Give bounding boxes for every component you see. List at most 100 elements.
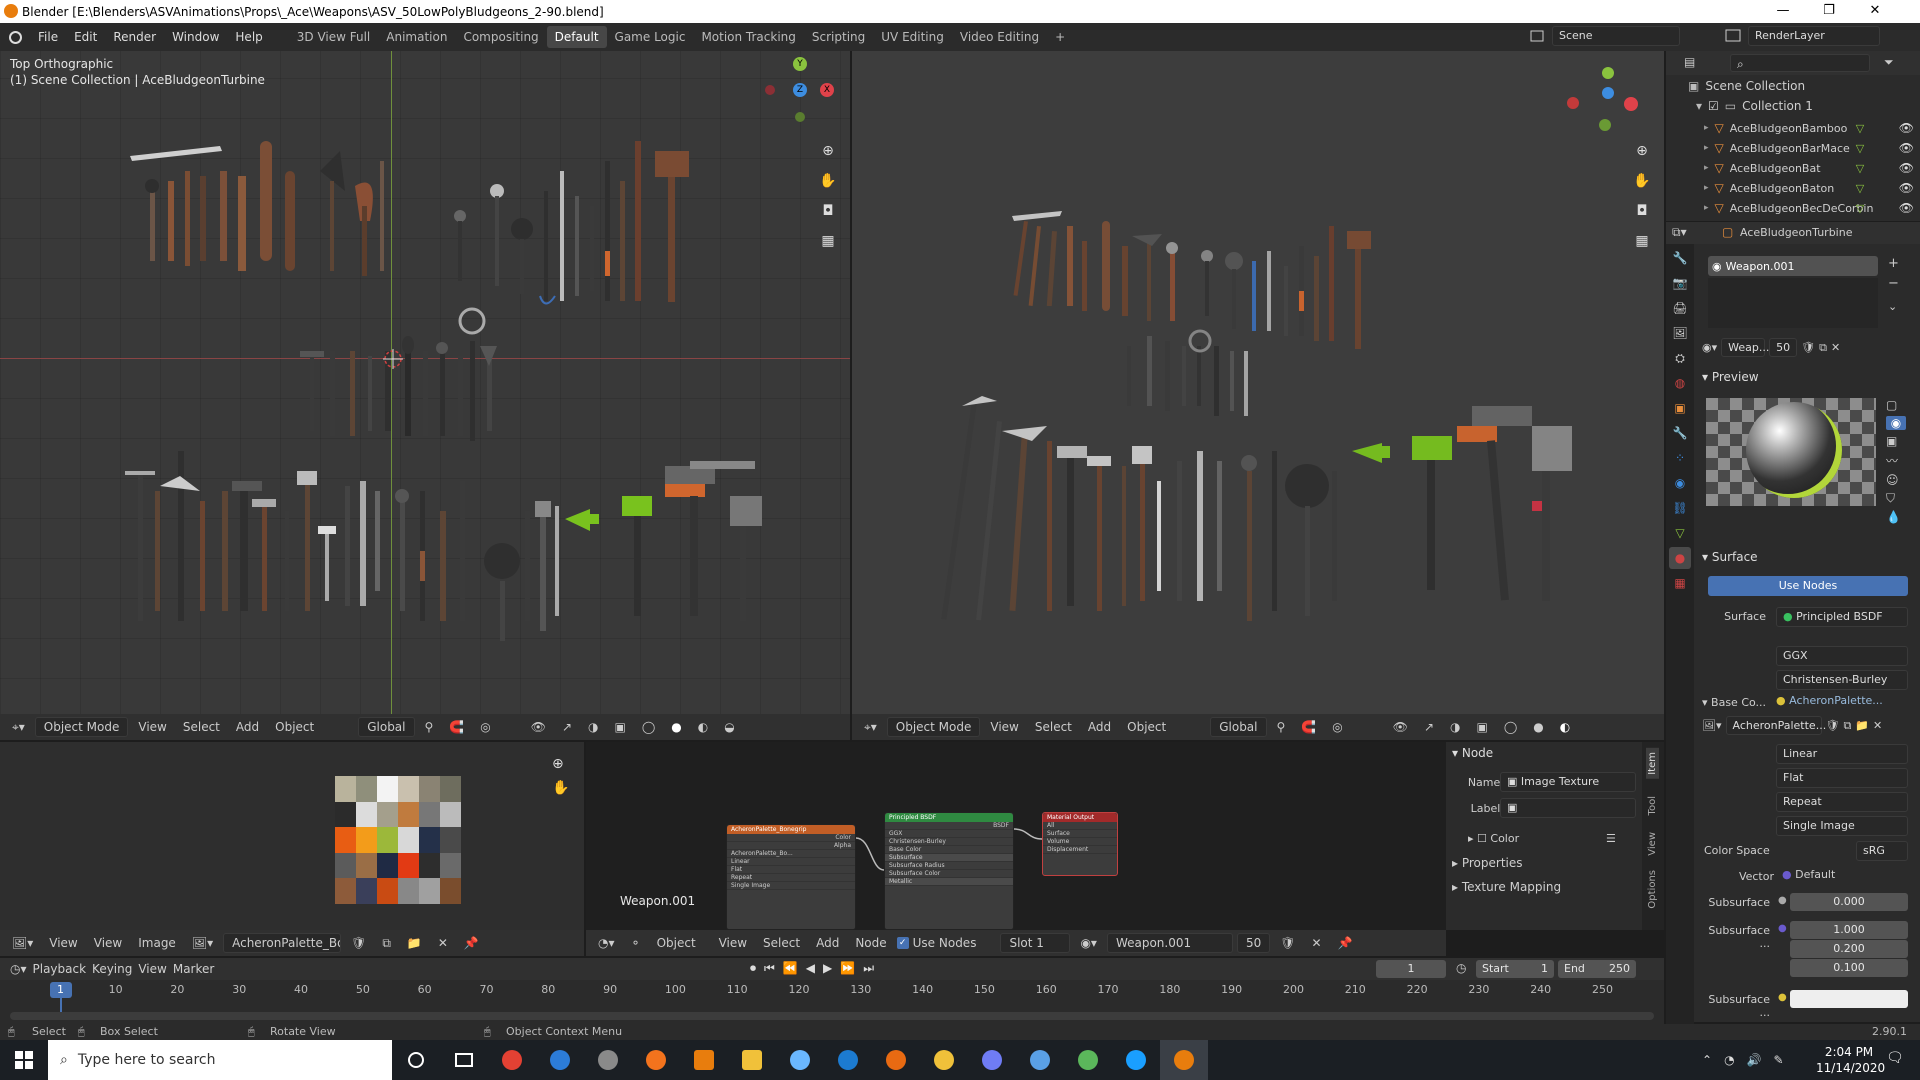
node-section[interactable]: ▾ Node [1452, 746, 1493, 760]
task-view-icon[interactable] [440, 1040, 488, 1080]
node-texture-color-output[interactable]: Color [727, 834, 855, 842]
gizmo-x-icon[interactable]: X [820, 83, 834, 97]
tool-tab-icon[interactable]: 🔧 [1669, 247, 1691, 269]
view-mode-dropdown[interactable]: View [43, 934, 83, 952]
unlink-image-icon[interactable]: ✕ [1873, 719, 1882, 732]
cortana-icon[interactable] [392, 1040, 440, 1080]
menu-view[interactable]: View [132, 718, 172, 736]
eye-icon[interactable]: 👁 [1899, 121, 1914, 135]
color-space-dropdown[interactable]: sRG [1856, 841, 1908, 861]
subsurface-color-swatch[interactable] [1790, 990, 1908, 1008]
menu-playback[interactable]: Playback [33, 962, 87, 976]
tab-scripting[interactable]: Scripting [804, 26, 873, 48]
use-nodes-checkbox[interactable]: ✓ [896, 937, 909, 949]
shading-wire-icon[interactable]: ◯ [1498, 718, 1523, 736]
node-output-surface[interactable]: Surface [1043, 830, 1117, 838]
network-icon[interactable]: ◔ [1724, 1053, 1734, 1067]
windows-start-icon[interactable] [0, 1040, 48, 1080]
material-slot-list[interactable] [1708, 278, 1878, 328]
snap-icon[interactable]: 🧲 [443, 718, 470, 736]
transform-orientation-dropdown[interactable]: Global [358, 717, 415, 737]
base-color-link[interactable]: ● AcheronPalette... [1776, 694, 1908, 712]
shading-material-icon[interactable]: ◐ [1554, 718, 1576, 736]
ortho-grid-icon[interactable]: ▦ [1630, 233, 1654, 257]
timeline-ruler[interactable]: 1 10 20 30 40 50 60 70 80 90 100 110 120 130 140 150 160… [0, 980, 1664, 1000]
interpolation-dropdown[interactable]: Linear [1776, 744, 1908, 764]
close-button[interactable]: ✕ [1852, 0, 1898, 23]
subsurface-radius-y[interactable]: 0.200 [1790, 940, 1908, 958]
object-tab-icon[interactable]: ▣ [1669, 397, 1691, 419]
snap-icon[interactable]: 🧲 [1295, 718, 1322, 736]
constraints-tab-icon[interactable]: ⛓ [1669, 497, 1691, 519]
scene-selector[interactable]: Scene [1552, 26, 1680, 46]
properties-editor-icon[interactable]: ⧉▾ [1672, 225, 1687, 240]
menu-select[interactable]: Select [757, 934, 806, 952]
menu-help[interactable]: Help [227, 30, 270, 44]
node-material-output[interactable]: Material Output All Surface Volume Displ… [1042, 812, 1118, 876]
preview-range-icon[interactable]: ◷ [1456, 961, 1466, 975]
surface-shader-field[interactable]: ● Principled BSDF [1776, 607, 1908, 627]
menu-file[interactable]: File [30, 30, 66, 44]
subsurface-radius-socket-icon[interactable]: ● [1778, 923, 1787, 934]
image-browse-icon[interactable]: 🖼▾ [186, 934, 219, 952]
overlay-icon[interactable]: ◑ [1444, 718, 1466, 736]
menu-image[interactable]: Image [132, 934, 182, 952]
projection-dropdown[interactable]: Flat [1776, 768, 1908, 788]
steam-icon[interactable] [1112, 1040, 1160, 1080]
node-texture-extension[interactable]: Repeat [727, 874, 855, 882]
source-dropdown[interactable]: Single Image [1776, 816, 1908, 836]
vector-field[interactable]: ● Default [1782, 868, 1835, 881]
menu-add[interactable]: Add [810, 934, 845, 952]
taskbar-clock[interactable]: 2:04 PM 11/14/2020 [1816, 1044, 1885, 1076]
zoom-icon[interactable]: ⊕ [816, 143, 840, 167]
play-icon[interactable]: ▶ [823, 961, 832, 976]
material-users-count[interactable]: 50 [1769, 338, 1798, 357]
tray-chevron-icon[interactable]: ⌃ [1702, 1053, 1712, 1067]
pen-icon[interactable]: ✎ [1774, 1053, 1784, 1067]
gizmo-x-pos-icon[interactable] [1624, 97, 1638, 111]
shading-wire-icon[interactable]: ◯ [636, 718, 661, 736]
app-icon[interactable] [584, 1040, 632, 1080]
properties-section[interactable]: ▸ Properties [1452, 856, 1523, 870]
expand-arrow-icon[interactable]: ▾ [1696, 99, 1702, 113]
pan-hand-icon[interactable]: ✋ [816, 173, 840, 197]
start-frame-field[interactable]: Start 1 [1476, 960, 1554, 978]
world-tab-icon[interactable]: ◍ [1669, 372, 1691, 394]
visibility-icon[interactable]: 👁 [525, 718, 552, 736]
eye-icon[interactable]: 👁 [1899, 201, 1914, 215]
gizmo-z-icon[interactable]: Z [793, 83, 807, 97]
proportional-edit-icon[interactable]: ◎ [474, 718, 496, 736]
preview-monkey-icon[interactable]: ☺ [1886, 473, 1906, 487]
pan-hand-icon[interactable]: ✋ [1630, 173, 1654, 197]
menu-view[interactable]: View [138, 962, 166, 976]
menu-edit[interactable]: Edit [66, 30, 105, 44]
menu-select[interactable]: Select [1029, 718, 1078, 736]
texture-mapping-section[interactable]: ▸ Texture Mapping [1452, 880, 1561, 894]
editor-type-icon[interactable]: ⌖▾ [858, 718, 883, 737]
scene-icon[interactable] [1528, 27, 1546, 45]
outliner-display-icon[interactable]: ▤ [1684, 55, 1695, 69]
modifier-tab-icon[interactable]: 🔧 [1669, 422, 1691, 444]
pan-hand-icon[interactable]: ✋ [552, 780, 569, 796]
overlay-icon[interactable]: ◑ [582, 718, 604, 736]
duplicate-material-icon[interactable]: ⧉ [1819, 341, 1827, 355]
render-layer-selector[interactable]: RenderLayer [1748, 26, 1880, 46]
viewport-perspective[interactable]: ⊕ ✋ ◘ ▦ ⌖▾ Object Mode View Select Add O… [852, 51, 1664, 740]
surface-section[interactable]: ▾ Surface [1702, 550, 1758, 564]
minimize-button[interactable]: — [1760, 0, 1806, 23]
menu-view[interactable]: View [88, 934, 128, 952]
node-bsdf-subsurface-color[interactable]: Subsurface Color [885, 870, 1013, 878]
shading-solid-icon[interactable]: ● [665, 718, 687, 736]
viewport-top-ortho[interactable]: Top Orthographic (1) Scene Collection | … [0, 51, 850, 740]
material-name-field[interactable]: Weapon.001 [1106, 933, 1233, 953]
fake-user-icon[interactable]: 🛡 [1826, 719, 1840, 732]
node-output-displacement[interactable]: Displacement [1043, 846, 1117, 854]
use-nodes-button[interactable]: Use Nodes [1708, 576, 1908, 596]
material-browse-icon[interactable]: ◉▾ [1074, 934, 1103, 952]
taskbar-search-box[interactable]: ⌕ Type here to search [48, 1040, 392, 1080]
object-mode-dropdown[interactable]: Object Mode [34, 717, 129, 737]
gizmo-z-icon[interactable] [1602, 87, 1614, 99]
jump-end-icon[interactable]: ⏭ [863, 961, 874, 976]
subsurface-method-dropdown[interactable]: Christensen-Burley [1776, 670, 1908, 690]
mail-icon[interactable] [536, 1040, 584, 1080]
